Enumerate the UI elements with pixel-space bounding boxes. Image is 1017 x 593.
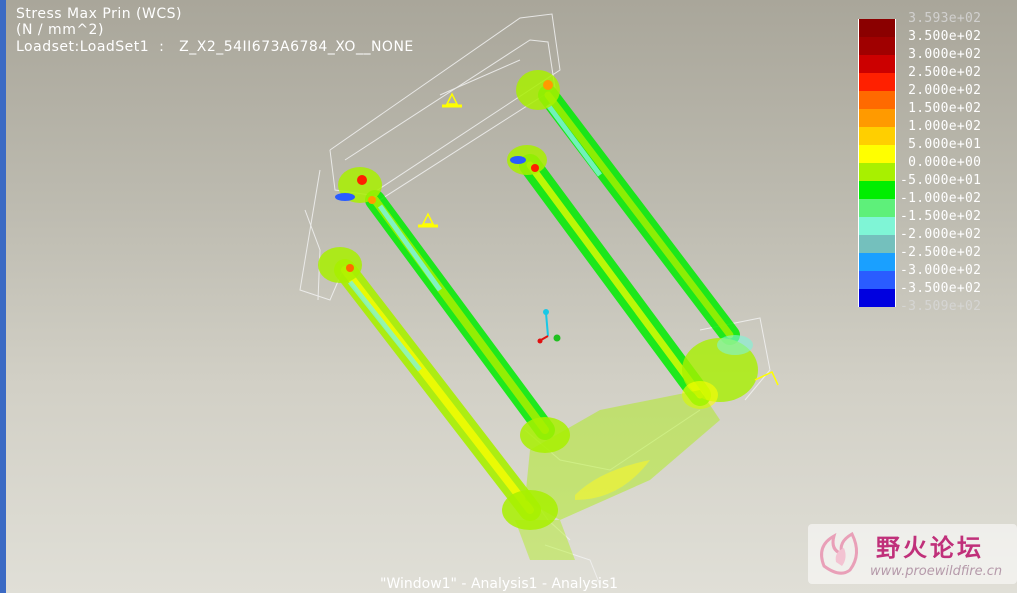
- legend-swatch: [858, 181, 896, 199]
- legend-swatch: [858, 289, 896, 307]
- legend-swatch: [858, 73, 896, 91]
- legend-swatch: [858, 91, 896, 109]
- legend-swatch: [858, 127, 896, 145]
- legend-swatch: [858, 271, 896, 289]
- legend-label: -3.500e+02: [900, 281, 982, 296]
- legend-swatch: [858, 37, 896, 55]
- watermark-title: 野火论坛: [876, 534, 984, 562]
- legend-label: 1.000e+02: [900, 119, 982, 134]
- watermark-url: www.proewildfire.cn: [870, 564, 1003, 579]
- legend-swatch: [858, 217, 896, 235]
- window-footer-label: "Window1" - Analysis1 - Analysis1: [380, 576, 619, 592]
- legend-swatch: [858, 109, 896, 127]
- legend-entry: -3.509e+02: [858, 299, 1008, 325]
- result-units: (N / mm^2): [16, 22, 104, 38]
- loadset-label: Loadset:LoadSet1 : Z_X2_54II673A6784_XO_…: [16, 39, 414, 55]
- legend-label: 2.000e+02: [900, 83, 982, 98]
- result-title: Stress Max Prin (WCS): [16, 6, 182, 22]
- legend-label: -3.000e+02: [900, 263, 982, 278]
- legend-swatch: [858, 19, 896, 37]
- legend-label: -5.000e+01: [900, 173, 982, 188]
- legend-label: -2.500e+02: [900, 245, 982, 260]
- legend-swatch: [858, 235, 896, 253]
- flame-logo-icon: [820, 531, 858, 575]
- legend-swatch: [858, 163, 896, 181]
- coordinate-triad-icon: [537, 309, 561, 344]
- legend-swatch: [858, 55, 896, 73]
- forum-watermark: 野火论坛 www.proewildfire.cn: [808, 524, 1017, 584]
- legend-swatch: [858, 253, 896, 271]
- legend-label: 5.000e+01: [900, 137, 982, 152]
- legend-label: -1.500e+02: [900, 209, 982, 224]
- analysis-viewport[interactable]: Stress Max Prin (WCS) (N / mm^2) Loadset…: [0, 0, 1017, 593]
- legend-swatch: [858, 145, 896, 163]
- legend-label: 1.500e+02: [900, 101, 982, 116]
- legend-swatch: [858, 199, 896, 217]
- legend-label: 0.000e+00: [900, 155, 982, 170]
- legend-label: -2.000e+02: [900, 227, 982, 242]
- legend-label: 3.500e+02: [900, 29, 982, 44]
- legend-label: -3.509e+02: [900, 299, 982, 314]
- legend-label: 3.000e+02: [900, 47, 982, 62]
- legend-label: 3.593e+02: [900, 11, 982, 26]
- legend-label: -1.000e+02: [900, 191, 982, 206]
- legend-label: 2.500e+02: [900, 65, 982, 80]
